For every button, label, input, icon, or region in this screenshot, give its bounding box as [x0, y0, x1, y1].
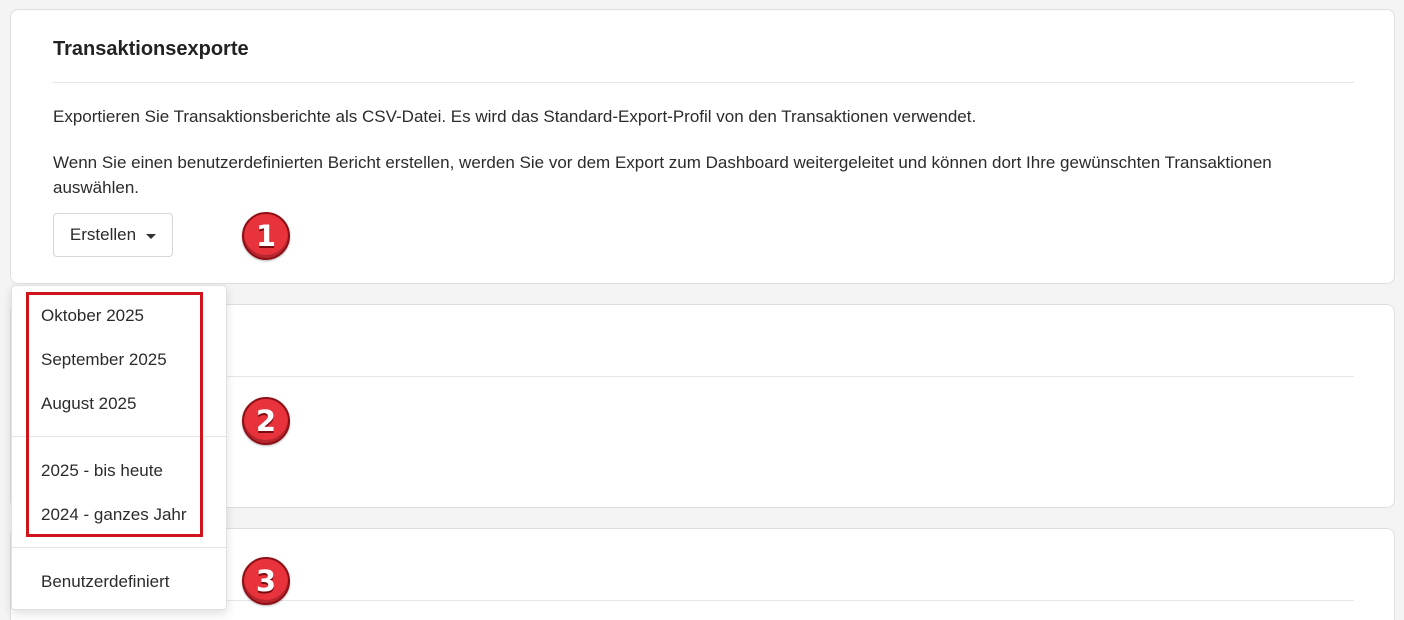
tertiary-card-divider: [53, 600, 1354, 601]
caret-down-icon: [146, 233, 157, 239]
menu-item-custom[interactable]: Benutzerdefiniert: [41, 572, 170, 592]
step-1-badge: 1: [242, 212, 290, 260]
create-dropdown-menu: Oktober 2025 September 2025 August 2025 …: [11, 285, 227, 610]
description-paragraph-1: Exportieren Sie Transaktionsberichte als…: [53, 107, 977, 126]
create-button-label: Erstellen: [69, 225, 137, 244]
title-divider: [53, 82, 1354, 83]
step-3-badge: 3: [242, 557, 290, 605]
menu-item-2024-full-year[interactable]: 2024 - ganzes Jahr: [41, 505, 187, 525]
create-dropdown-button[interactable]: Erstellen: [53, 213, 173, 257]
secondary-card-divider: [53, 376, 1354, 377]
step-2-badge: 2: [242, 397, 290, 445]
menu-item-september-2025[interactable]: September 2025: [41, 350, 167, 370]
menu-item-2025-to-date[interactable]: 2025 - bis heute: [41, 461, 163, 481]
transaction-exports-card: Transaktionsexporte Exportieren Sie Tran…: [10, 9, 1395, 284]
menu-divider: [12, 547, 226, 548]
description-paragraph-2: Wenn Sie einen benutzerdefinierten Beric…: [53, 153, 1272, 197]
menu-divider: [12, 436, 226, 437]
menu-item-oktober-2025[interactable]: Oktober 2025: [41, 306, 144, 326]
card-title: Transaktionsexporte: [53, 38, 249, 60]
menu-item-august-2025[interactable]: August 2025: [41, 394, 136, 414]
